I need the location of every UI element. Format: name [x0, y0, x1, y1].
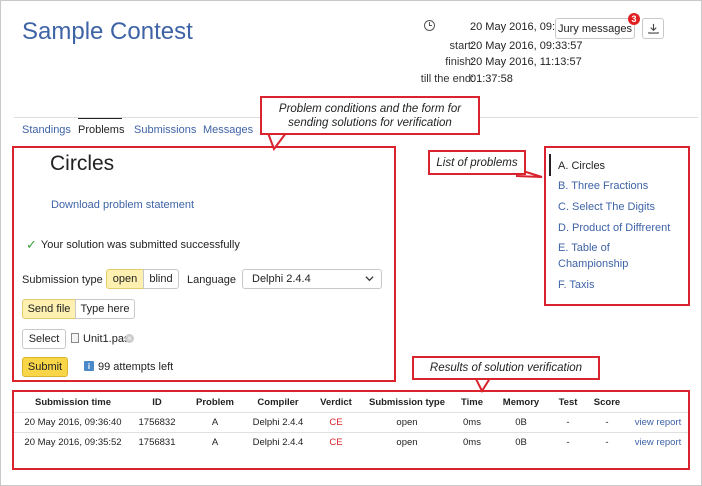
download-icon [647, 23, 659, 34]
results-highlight [12, 390, 690, 470]
problem-area-highlight [12, 146, 396, 382]
tab-messages[interactable]: Messages [203, 124, 253, 136]
finish-time: 20 May 2016, 11:13:57 [470, 56, 582, 68]
jury-messages-badge: 3 [628, 13, 640, 25]
download-button[interactable] [642, 18, 664, 39]
start-time: 20 May 2016, 09:33:57 [470, 40, 583, 52]
problem-list-highlight [544, 146, 690, 306]
till-end-time: 01:37:58 [470, 73, 513, 85]
contest-page: Sample Contest 20 May 2016, 09:35:52 sta… [12, 0, 698, 486]
tab-problems[interactable]: Problems [78, 124, 124, 136]
contest-title: Sample Contest [22, 18, 193, 45]
problem-list-callout: List of problems [428, 150, 526, 175]
jury-messages-button[interactable]: Jury messages [555, 18, 635, 39]
clock-icon [424, 20, 435, 31]
results-callout: Results of solution verification [412, 356, 600, 380]
problem-callout: Problem conditions and the form for send… [260, 96, 480, 135]
tab-standings[interactable]: Standings [22, 124, 71, 136]
till-end-label: till the end: [420, 73, 474, 85]
problem-callout-tail [267, 133, 287, 151]
tab-submissions[interactable]: Submissions [134, 124, 196, 136]
